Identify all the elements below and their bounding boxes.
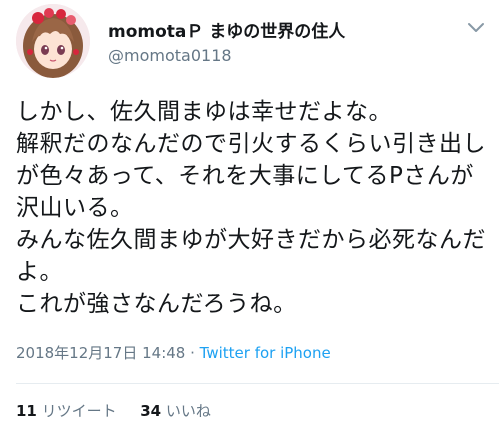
tweet-stats: 11 リツイート 34 いいね xyxy=(16,400,211,421)
avatar[interactable] xyxy=(16,4,90,78)
tweet-meta: 2018年12月17日 14:48 · Twitter for iPhone xyxy=(16,342,331,363)
user-names: momotaＰ まゆの世界の住人 @momota0118 xyxy=(108,22,345,66)
tweet-card: momotaＰ まゆの世界の住人 @momota0118 しかし、佐久間まゆは幸… xyxy=(0,0,499,435)
tweet-text: しかし、佐久間まゆは幸せだよな。 解釈だのなんだので引火するくらい引き出しが色々… xyxy=(16,99,486,317)
user-handle[interactable]: @momota0118 xyxy=(108,46,345,66)
retweets-stat[interactable]: 11 リツイート xyxy=(16,402,117,420)
avatar-image xyxy=(16,4,90,78)
likes-label: いいね xyxy=(165,402,211,420)
tweet-timestamp[interactable]: 2018年12月17日 14:48 xyxy=(16,344,185,362)
likes-count: 34 xyxy=(140,402,162,420)
meta-separator: · xyxy=(185,344,200,362)
divider xyxy=(16,383,499,384)
retweets-label: リツイート xyxy=(41,402,117,420)
chevron-down-icon[interactable] xyxy=(466,20,486,34)
likes-stat[interactable]: 34 いいね xyxy=(140,402,211,420)
display-name[interactable]: momotaＰ まゆの世界の住人 xyxy=(108,22,345,42)
tweet-source-link[interactable]: Twitter for iPhone xyxy=(200,344,331,362)
retweets-count: 11 xyxy=(16,402,37,420)
tweet-header: momotaＰ まゆの世界の住人 @momota0118 xyxy=(16,4,486,78)
